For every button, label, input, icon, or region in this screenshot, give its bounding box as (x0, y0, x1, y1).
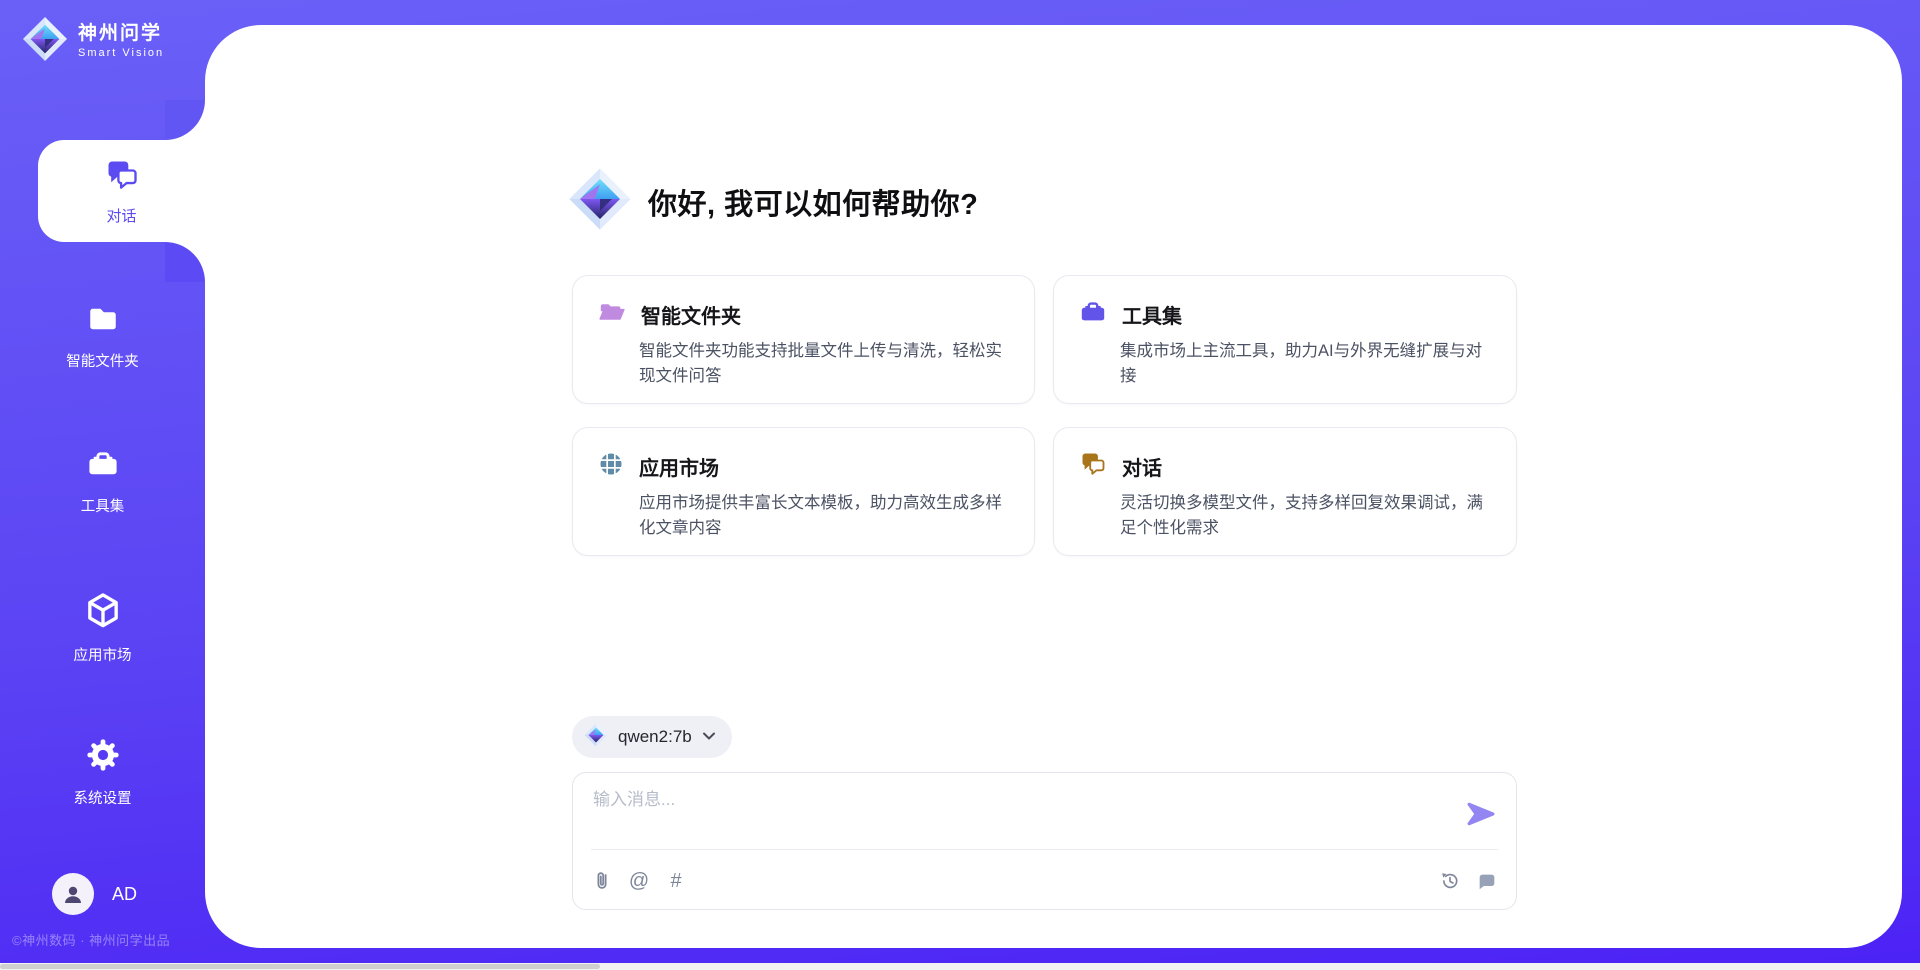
brand-subtitle: Smart Vision (78, 47, 164, 60)
chat-icon (103, 157, 141, 198)
brand-name: 神州问学 (78, 23, 164, 45)
message-composer: @ # (572, 772, 1517, 910)
chevron-down-icon (702, 728, 716, 746)
model-logo-icon (584, 723, 608, 752)
card-description: 应用市场提供丰富长文本模板，助力高效生成多样化文章内容 (639, 491, 1014, 541)
grid-sphere-icon (597, 450, 625, 483)
sidebar-item-market[interactable]: 应用市场 (0, 592, 205, 665)
card-title: 应用市场 (639, 452, 719, 481)
composer-divider (591, 849, 1498, 850)
cube-icon (85, 617, 121, 634)
model-selector[interactable]: qwen2:7b (572, 716, 732, 758)
composer-toolbar: @ # (591, 861, 1498, 901)
card-description: 智能文件夹功能支持批量文件上传与清洗，轻松实现文件问答 (639, 339, 1014, 389)
card-title: 智能文件夹 (641, 300, 741, 329)
model-name: qwen2:7b (618, 727, 692, 747)
chat-icon (1078, 450, 1108, 483)
copyright-footer: ©神州数码 · 神州问学出品 (12, 930, 204, 949)
sidebar-item-settings[interactable]: 系统设置 (0, 737, 205, 808)
scrollbar-thumb[interactable] (0, 964, 600, 969)
folder-open-icon (597, 298, 627, 331)
sidebar-item-label: 工具集 (0, 495, 205, 516)
app-logo-icon (568, 167, 632, 236)
sidebar-item-folders[interactable]: 智能文件夹 (0, 302, 205, 371)
tab-fillet-top (165, 100, 205, 140)
brand: 神州问学 Smart Vision (22, 16, 164, 67)
card-chat[interactable]: 对话 灵活切换多模型文件，支持多样回复效果调试，满足个性化需求 (1053, 427, 1517, 556)
main-panel: 你好, 我可以如何帮助你? 智能文件夹 智能文件夹功能支持批量文件上传与清洗，轻… (205, 25, 1902, 948)
sidebar: 神州问学 Smart Vision 对话 智能文件夹 (0, 0, 205, 970)
user-profile[interactable]: AD (52, 873, 137, 915)
card-toolset[interactable]: 工具集 集成市场上主流工具，助力AI与外界无缝扩展与对接 (1053, 275, 1517, 404)
user-initials: AD (112, 884, 137, 905)
message-input[interactable] (591, 783, 1445, 843)
horizontal-scrollbar (0, 963, 1920, 970)
toolbox-icon (85, 468, 121, 485)
card-description: 集成市场上主流工具，助力AI与外界无缝扩展与对接 (1120, 339, 1495, 389)
card-smart-folder[interactable]: 智能文件夹 智能文件夹功能支持批量文件上传与清洗，轻松实现文件问答 (572, 275, 1035, 404)
mention-icon[interactable]: @ (628, 870, 650, 892)
greeting-title: 你好, 我可以如何帮助你? (648, 181, 978, 223)
brand-logo-icon (22, 16, 68, 67)
sidebar-item-label: 智能文件夹 (0, 350, 205, 371)
sidebar-item-label: 应用市场 (0, 644, 205, 665)
gear-icon (85, 760, 121, 777)
card-title: 工具集 (1122, 300, 1182, 329)
card-title: 对话 (1122, 452, 1162, 481)
sidebar-item-chat[interactable]: 对话 (38, 140, 205, 242)
card-app-market[interactable]: 应用市场 应用市场提供丰富长文本模板，助力高效生成多样化文章内容 (572, 427, 1035, 556)
sidebar-item-label: 对话 (106, 205, 136, 226)
hashtag-icon[interactable]: # (665, 870, 687, 892)
history-icon[interactable] (1439, 870, 1461, 892)
tab-fillet-bottom (165, 242, 205, 282)
avatar (52, 873, 94, 915)
send-button[interactable] (1466, 799, 1496, 829)
attach-file-icon[interactable] (591, 870, 613, 892)
folder-icon (85, 323, 121, 340)
feature-cards: 智能文件夹 智能文件夹功能支持批量文件上传与清洗，轻松实现文件问答 工具集 (572, 275, 1517, 556)
sidebar-item-label: 系统设置 (0, 787, 205, 808)
greeting-block: 你好, 我可以如何帮助你? (568, 167, 978, 236)
toolbox-icon (1078, 298, 1108, 331)
comment-icon[interactable] (1476, 870, 1498, 892)
sidebar-item-tools[interactable]: 工具集 (0, 447, 205, 516)
app-window: 神州问学 Smart Vision 对话 智能文件夹 (0, 0, 1920, 970)
card-description: 灵活切换多模型文件，支持多样回复效果调试，满足个性化需求 (1120, 491, 1495, 541)
